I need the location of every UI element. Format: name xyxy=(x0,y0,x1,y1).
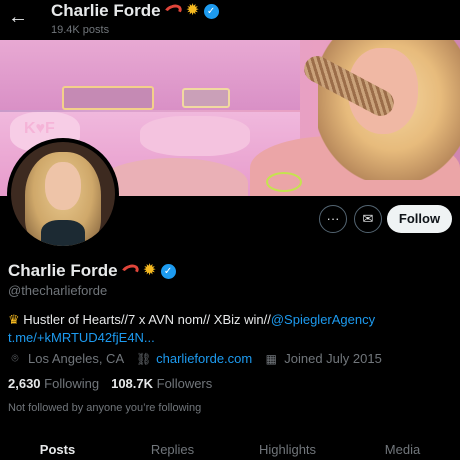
following-link[interactable]: 2,630 Following xyxy=(8,376,99,391)
avatar-image xyxy=(11,142,115,246)
bio-telegram-link[interactable]: t.me/+kMRTUD42fjE4N... xyxy=(8,330,155,345)
bio-mention-link[interactable]: @SpieglerAgency xyxy=(271,312,375,327)
follow-button[interactable]: Follow xyxy=(387,205,452,233)
more-options-button[interactable]: ··· xyxy=(319,205,347,233)
user-handle: @thecharlieforde xyxy=(8,283,108,298)
sun-emoji-icon: ✹ xyxy=(185,2,200,19)
join-date: Joined July 2015 xyxy=(284,351,382,366)
location-pin-icon: ⌾ xyxy=(11,351,19,365)
message-button[interactable]: ✉ xyxy=(354,205,382,233)
back-arrow-icon[interactable]: ← xyxy=(7,6,29,28)
shrimp-emoji-icon xyxy=(162,2,184,20)
profile-tabs: Posts Replies Highlights Media xyxy=(0,436,460,460)
sun-emoji-icon: ✹ xyxy=(142,262,157,279)
profile-meta: ⌾ Los Angeles, CA ⛓ charlieforde.com ▦ J… xyxy=(8,351,382,366)
crown-emoji-icon: ♛ xyxy=(8,312,20,327)
avatar[interactable] xyxy=(7,138,119,250)
envelope-icon: ✉ xyxy=(362,211,374,226)
display-name: Charlie Forde xyxy=(8,261,118,280)
posts-count: 19.4K posts xyxy=(51,24,110,36)
verified-badge-icon[interactable]: ✓ xyxy=(160,263,176,279)
more-icon: ··· xyxy=(326,211,340,226)
profile-name: Charlie Forde ✹ ✓ xyxy=(8,261,176,281)
tab-replies[interactable]: Replies xyxy=(115,436,230,460)
link-icon: ⛓ xyxy=(136,351,152,366)
shrimp-emoji-icon xyxy=(119,262,141,280)
top-bar: ← Charlie Forde ✹ ✓ 19.4K posts xyxy=(0,0,460,40)
bio-text: Hustler of Hearts//7 x AVN nom// XBiz wi… xyxy=(23,312,271,327)
calendar-icon: ▦ xyxy=(265,351,277,366)
website-link[interactable]: charlieforde.com xyxy=(156,351,252,366)
header-name: Charlie Forde xyxy=(51,1,161,20)
location: Los Angeles, CA xyxy=(28,351,125,366)
bio: ♛ Hustler of Hearts//7 x AVN nom// XBiz … xyxy=(8,311,454,347)
not-followed-note: Not followed by anyone you’re following xyxy=(8,402,202,414)
tab-media[interactable]: Media xyxy=(345,436,460,460)
follow-stats: 2,630 Following 108.7K Followers xyxy=(8,376,212,391)
header-title: Charlie Forde ✹ ✓ xyxy=(51,1,219,21)
followers-link[interactable]: 108.7K Followers xyxy=(111,376,212,391)
tab-posts[interactable]: Posts xyxy=(0,436,115,460)
verified-badge-icon[interactable]: ✓ xyxy=(203,3,219,19)
tab-highlights[interactable]: Highlights xyxy=(230,436,345,460)
